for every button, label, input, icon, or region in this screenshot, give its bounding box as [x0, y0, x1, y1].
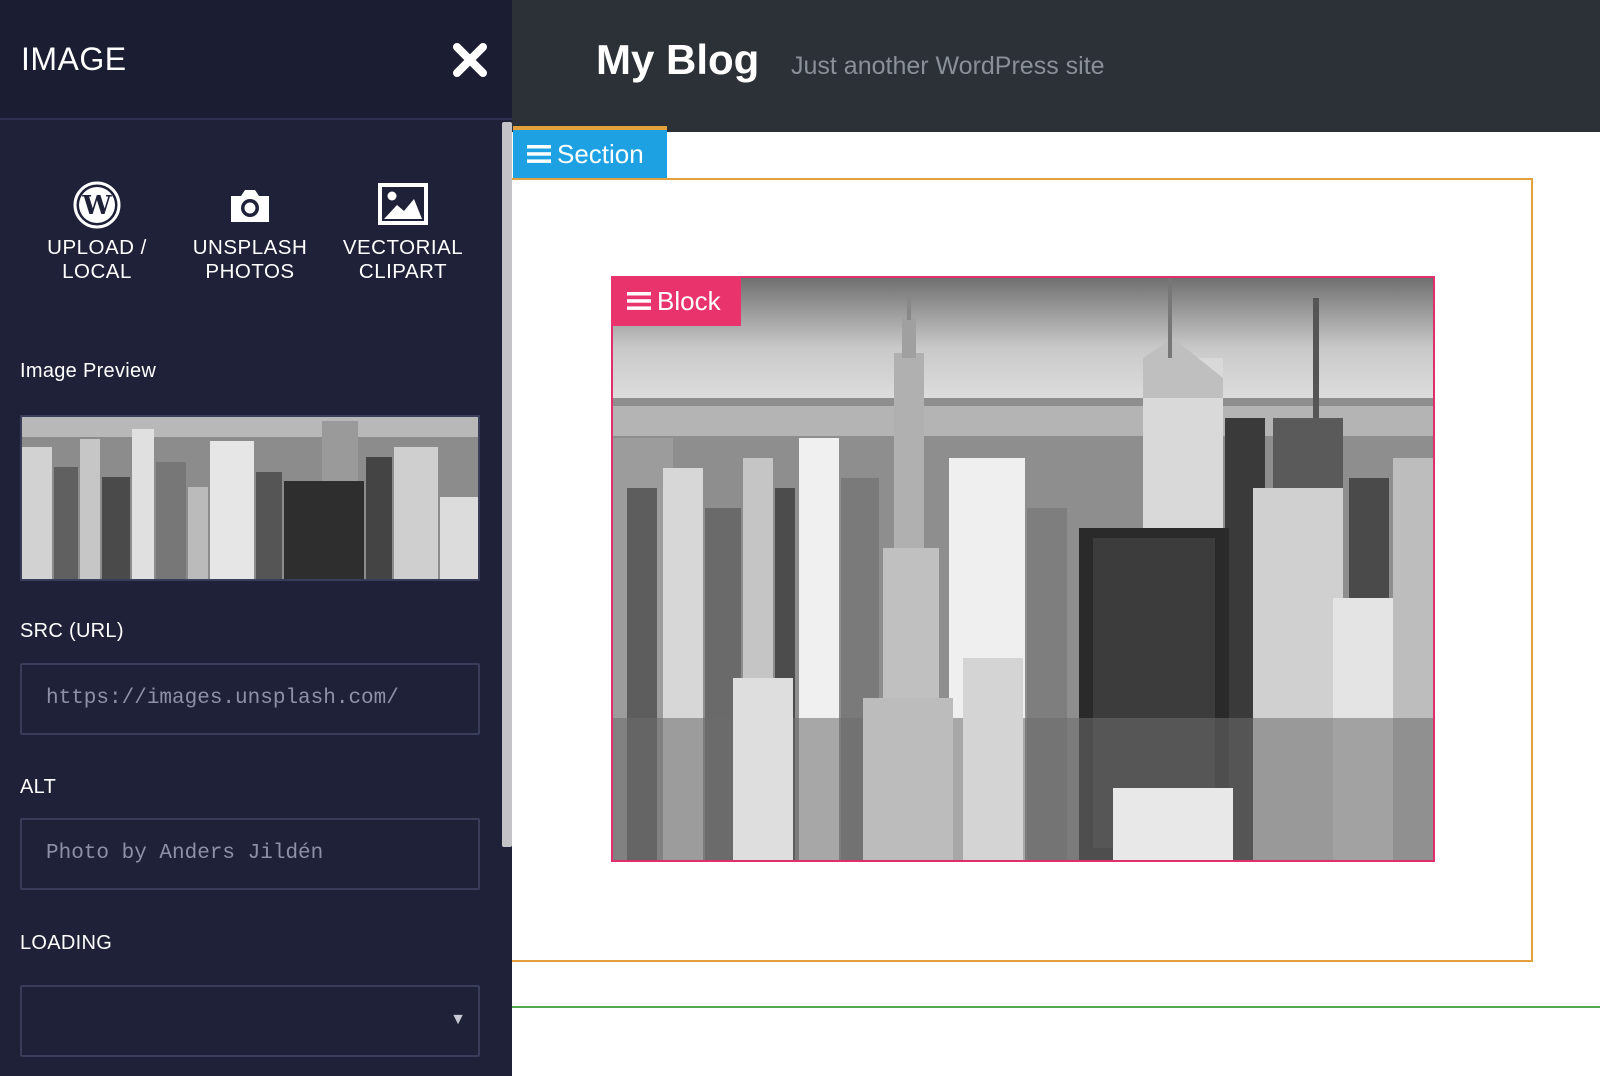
dropdown-arrow-icon: ▼	[450, 1011, 466, 1028]
block-tag-label: Block	[657, 286, 721, 316]
block-tag[interactable]: Block	[611, 276, 741, 326]
src-url-input[interactable]: https://images.unsplash.com/	[20, 663, 480, 735]
loading-select[interactable]: ▼	[20, 985, 480, 1057]
hamburger-icon	[627, 292, 651, 311]
section-divider	[512, 1006, 1600, 1008]
wordpress-icon: W	[73, 181, 121, 229]
unsplash-photos-button[interactable]: UNSPLASH PHOTOS	[175, 180, 325, 290]
alt-label: ALT	[20, 776, 57, 798]
image-block[interactable]	[611, 276, 1435, 862]
unsplash-photos-label: UNSPLASH PHOTOS	[192, 236, 308, 283]
close-button[interactable]	[450, 40, 490, 80]
svg-text:W: W	[81, 191, 112, 221]
site-tagline: Just another WordPress site	[791, 52, 1105, 80]
loading-label: LOADING	[20, 932, 113, 954]
panel-scrollbar[interactable]	[502, 122, 512, 847]
section-tag-label: Section	[557, 139, 644, 169]
upload-local-label: UPLOAD / LOCAL	[47, 236, 147, 283]
panel-header: IMAGE	[0, 0, 512, 120]
site-header: My Blog Just another WordPress site	[512, 0, 1600, 132]
src-url-label: SRC (URL)	[20, 620, 124, 642]
alt-input[interactable]: Photo by Anders Jildén	[20, 818, 480, 890]
hamburger-icon	[527, 145, 551, 164]
vectorial-clipart-label: VECTORIAL CLIPART	[342, 236, 464, 283]
image-preview-label: Image Preview	[20, 360, 157, 382]
camera-icon	[231, 190, 269, 222]
site-title[interactable]: My Blog	[596, 36, 759, 84]
vectorial-clipart-button[interactable]: VECTORIAL CLIPART	[328, 180, 478, 290]
image-source-options: W UPLOAD / LOCAL UNSPLASH PHOTOS VECTORI…	[0, 180, 500, 300]
image-panel: IMAGE W UPLOAD / LOCAL UNSPLASH PHOTOS V…	[0, 0, 512, 1076]
upload-local-button[interactable]: W UPLOAD / LOCAL	[22, 180, 172, 290]
preview-cityscape	[22, 417, 478, 579]
section-tag[interactable]: Section	[513, 126, 667, 178]
panel-title: IMAGE	[21, 41, 127, 77]
close-icon	[453, 43, 487, 77]
image-preview	[20, 415, 480, 581]
picture-icon	[378, 183, 428, 225]
block-cityscape-image	[613, 278, 1433, 860]
